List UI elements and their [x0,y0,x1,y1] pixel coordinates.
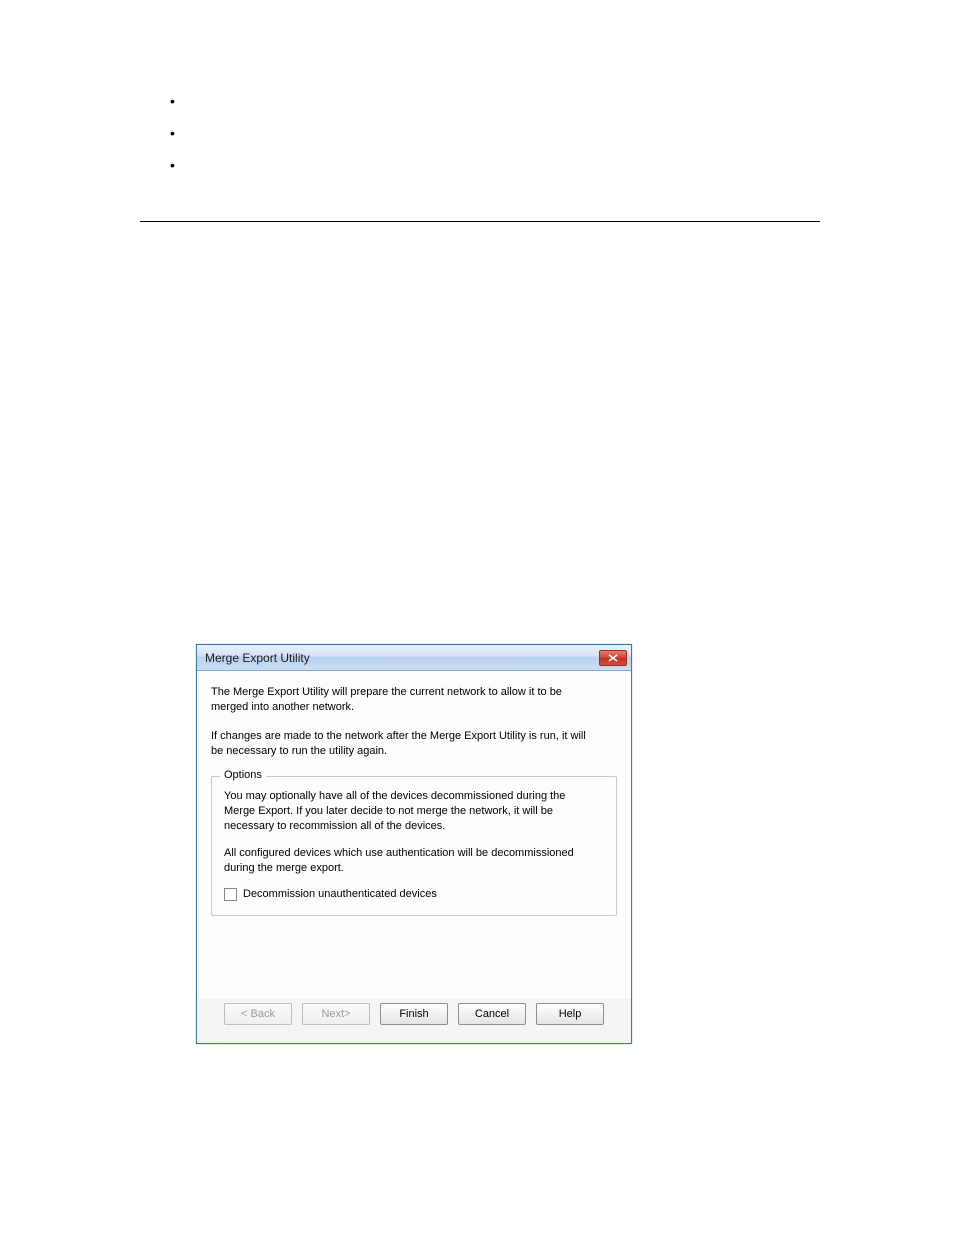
dialog-button-row: < Back Next> Finish Cancel Help [197,1003,631,1033]
finish-button[interactable]: Finish [380,1003,448,1025]
options-paragraph-1: You may optionally have all of the devic… [224,789,584,834]
help-button-label: Help [559,1008,582,1020]
decommission-checkbox-label: Decommission unauthenticated devices [243,888,437,900]
intro-paragraph-2: If changes are made to the network after… [211,729,601,759]
dialog-title: Merge Export Utility [205,651,599,665]
horizontal-rule [140,221,820,222]
next-button-label: Next> [321,1008,350,1020]
back-button: < Back [224,1003,292,1025]
cancel-button[interactable]: Cancel [458,1003,526,1025]
bullet-item [140,159,820,173]
back-button-label: < Back [241,1008,275,1020]
options-group: Options You may optionally have all of t… [211,776,617,915]
close-icon [608,654,618,662]
options-legend: Options [220,769,266,781]
intro-paragraph-1: The Merge Export Utility will prepare th… [211,685,601,715]
bullet-item [140,127,820,141]
dialog-titlebar[interactable]: Merge Export Utility [197,645,631,671]
decommission-checkbox-row[interactable]: Decommission unauthenticated devices [224,888,604,901]
page-upper-content [140,95,820,222]
help-button[interactable]: Help [536,1003,604,1025]
decommission-checkbox[interactable] [224,888,237,901]
next-button: Next> [302,1003,370,1025]
close-button[interactable] [599,650,627,666]
finish-button-label: Finish [399,1008,428,1020]
options-paragraph-2: All configured devices which use authent… [224,846,584,876]
cancel-button-label: Cancel [475,1008,509,1020]
bullet-item [140,95,820,109]
bullet-list [140,95,820,173]
dialog-body: The Merge Export Utility will prepare th… [197,671,631,999]
merge-export-dialog: Merge Export Utility The Merge Export Ut… [196,644,632,1044]
